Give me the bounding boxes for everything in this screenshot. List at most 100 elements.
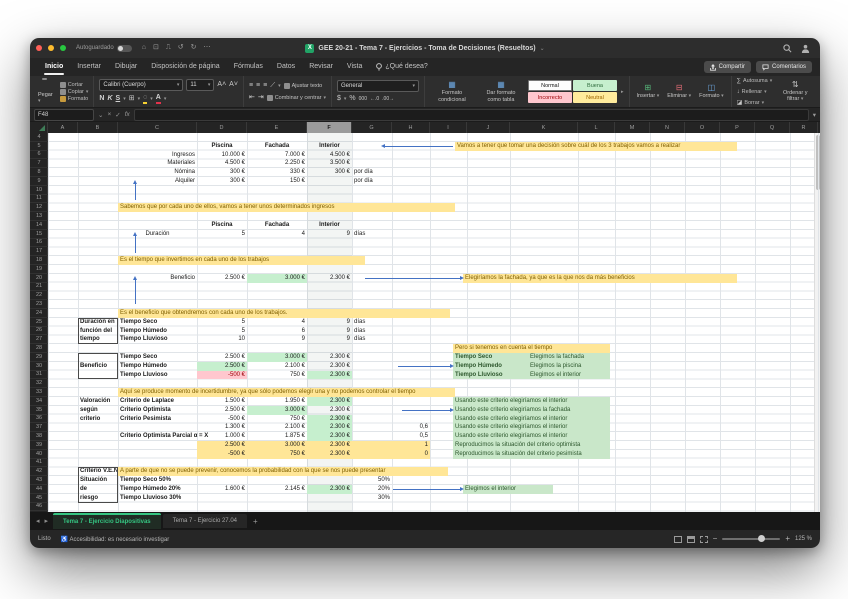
cell-C8[interactable]: Nómina xyxy=(118,168,197,177)
cell-E34[interactable]: 1.950 € xyxy=(247,397,307,406)
row-header-6[interactable]: 6 xyxy=(30,151,48,160)
column-header-M[interactable]: M xyxy=(615,122,650,133)
row-header-37[interactable]: 37 xyxy=(30,423,48,432)
connector-arrow[interactable] xyxy=(385,146,453,147)
sheet-tab-diapositivas[interactable]: Tema 7 - Ejercicio Diapositivas xyxy=(53,513,161,529)
cell-G9[interactable]: por día xyxy=(352,177,392,186)
column-header-C[interactable]: C xyxy=(118,122,197,133)
menu-tab-inicio[interactable]: Inicio xyxy=(38,58,70,76)
italic-button[interactable]: K xyxy=(107,94,112,103)
cell-C25[interactable]: Tiempo Seco xyxy=(118,318,197,327)
cell-F39[interactable]: 2.300 € xyxy=(307,441,352,450)
zoom-level[interactable]: 125 % xyxy=(795,536,812,542)
orientation-icon[interactable]: ⟋ xyxy=(270,81,275,91)
cell-H39[interactable]: 1 xyxy=(392,441,430,450)
note-cell[interactable]: A parte de que no se puede prevenir, con… xyxy=(118,467,448,476)
note-cell[interactable]: Tiempo Seco xyxy=(453,353,528,362)
wrap-text-button[interactable]: Ajustar texto xyxy=(284,83,323,89)
cell-H38[interactable]: 0,5 xyxy=(392,432,430,441)
zoom-out-button[interactable]: − xyxy=(713,535,718,543)
cell-C26[interactable]: Tiempo Húmedo xyxy=(118,327,197,336)
cell-B44[interactable]: de xyxy=(78,485,118,494)
connector-arrow[interactable] xyxy=(135,280,136,304)
note-cell[interactable]: Es el tiempo que invertimos en cada uno … xyxy=(118,256,365,265)
note-cell[interactable]: Usando este criterio elegiríamos la fach… xyxy=(453,406,610,415)
row-header-27[interactable]: 27 xyxy=(30,335,48,344)
cell-F8[interactable]: 300 € xyxy=(307,168,352,177)
cell-B34[interactable]: Valoración xyxy=(78,397,118,406)
cell-G25[interactable]: días xyxy=(352,318,392,327)
cell-F6[interactable]: 4.500 € xyxy=(307,151,352,160)
cell-F31[interactable]: 2.300 € xyxy=(307,371,352,380)
increase-decimal-button[interactable]: ←.0 xyxy=(370,94,379,104)
comments-button[interactable]: Comentarios xyxy=(756,61,812,73)
cell-C9[interactable]: Alquiler xyxy=(118,177,197,186)
cell-style-neutral[interactable]: Neutral xyxy=(573,92,617,103)
column-header-R[interactable]: R xyxy=(790,122,818,133)
next-sheet-icon[interactable]: ▸ xyxy=(45,517,49,525)
select-all-corner[interactable] xyxy=(30,122,48,133)
column-header-E[interactable]: E xyxy=(247,122,307,133)
row-header-18[interactable]: 18 xyxy=(30,256,48,265)
prev-sheet-icon[interactable]: ◂ xyxy=(36,517,40,525)
note-cell[interactable]: Usando este criterio elegiríamos el inte… xyxy=(453,397,610,406)
row-header-41[interactable]: 41 xyxy=(30,459,48,468)
decrease-decimal-button[interactable]: .00→ xyxy=(382,94,394,104)
note-cell[interactable]: Reproducimos la situación del criterio o… xyxy=(453,441,610,450)
cell-E26[interactable]: 6 xyxy=(247,327,307,336)
row-header-29[interactable]: 29 xyxy=(30,353,48,362)
connector-arrow[interactable] xyxy=(393,489,460,490)
note-cell[interactable]: Vamos a tener que tomar una decisión sob… xyxy=(455,142,737,151)
cell-D15[interactable]: 5 xyxy=(197,230,247,239)
clear-button[interactable]: ◪Borrar ▾ xyxy=(737,98,773,108)
cell-F29[interactable]: 2.300 € xyxy=(307,353,352,362)
cell-B25[interactable]: Duración en xyxy=(78,318,118,327)
cell-D14[interactable]: Piscina xyxy=(197,221,247,230)
cell-F40[interactable]: 2.300 € xyxy=(307,450,352,459)
row-header-4[interactable]: 4 xyxy=(30,133,48,142)
column-header-H[interactable]: H xyxy=(392,122,430,133)
normal-view-icon[interactable] xyxy=(674,536,682,543)
cell-E35[interactable]: 3.000 € xyxy=(247,406,307,415)
increase-font-icon[interactable]: A˄ xyxy=(217,80,226,90)
cell-C44[interactable]: Tiempo Húmedo 20% xyxy=(118,485,197,494)
cell-G43[interactable]: 50% xyxy=(352,476,392,485)
maximize-window-button[interactable] xyxy=(60,45,66,51)
cell-F7[interactable]: 3.500 € xyxy=(307,159,352,168)
note-cell[interactable]: Elegimos el interior xyxy=(463,485,553,494)
bold-button[interactable]: N xyxy=(99,94,104,103)
cell-E15[interactable]: 4 xyxy=(247,230,307,239)
cell-D36[interactable]: -500 € xyxy=(197,415,247,424)
cell-C30[interactable]: Tiempo Húmedo xyxy=(118,362,197,371)
format-painter-button[interactable]: Formato xyxy=(60,96,89,102)
decrease-font-icon[interactable]: A˅ xyxy=(229,80,238,90)
formula-input[interactable] xyxy=(134,109,809,121)
styles-gallery-more-icon[interactable]: ▸ xyxy=(621,89,624,95)
cell-F20[interactable]: 2.300 € xyxy=(307,274,352,283)
percent-button[interactable]: % xyxy=(349,94,355,104)
cell-D44[interactable]: 1.600 € xyxy=(197,485,247,494)
row-header-30[interactable]: 30 xyxy=(30,362,48,371)
cell-E44[interactable]: 2.145 € xyxy=(247,485,307,494)
more-commands-icon[interactable]: ⋯ xyxy=(203,38,210,58)
cell-C36[interactable]: Criterio Pesimista xyxy=(118,415,197,424)
menu-tab-tellme[interactable]: ¿Qué desea? xyxy=(369,58,434,76)
cell-B27[interactable]: tiempo xyxy=(78,335,118,344)
cell-D39[interactable]: 2.500 € xyxy=(197,441,247,450)
formula-bar-expand-icon[interactable]: ▾ xyxy=(813,111,816,119)
cell-F37[interactable]: 2.300 € xyxy=(307,423,352,432)
note-cell[interactable]: Elegiríamos la fachada, ya que es la que… xyxy=(463,274,737,283)
align-top-icon[interactable]: ≡ xyxy=(249,81,253,91)
cell-D31[interactable]: -500 € xyxy=(197,371,247,380)
cell-F26[interactable]: 9 xyxy=(307,327,352,336)
cell-G26[interactable]: días xyxy=(352,327,392,336)
row-header-36[interactable]: 36 xyxy=(30,415,48,424)
row-header-45[interactable]: 45 xyxy=(30,494,48,503)
row-header-44[interactable]: 44 xyxy=(30,485,48,494)
cell-G39[interactable] xyxy=(352,441,392,450)
row-header-10[interactable]: 10 xyxy=(30,186,48,195)
cell-D40[interactable]: -500 € xyxy=(197,450,247,459)
cell-F36[interactable]: 2.300 € xyxy=(307,415,352,424)
row-header-43[interactable]: 43 xyxy=(30,476,48,485)
cell-D37[interactable]: 1.300 € xyxy=(197,423,247,432)
